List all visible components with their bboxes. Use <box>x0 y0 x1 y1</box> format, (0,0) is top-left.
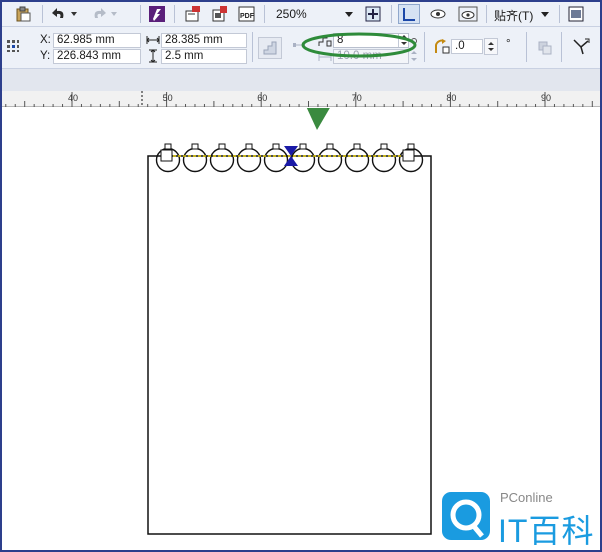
redo-icon <box>94 8 117 18</box>
app-window: PDF 250% 贴齐(T) X: 62.985 mm Y: 226.843 m… <box>0 0 602 552</box>
logo-square <box>442 492 490 540</box>
view-options-button[interactable] <box>426 4 450 24</box>
binding-ring-tab <box>272 143 280 150</box>
pconline-watermark: PConline IT百科 <box>432 482 600 550</box>
pdf-icon: PDF <box>238 6 255 22</box>
snap-options-button[interactable] <box>454 4 482 24</box>
standard-toolbar: PDF 250% 贴齐(T) <box>2 2 600 27</box>
export-icon <box>185 6 200 22</box>
show-rulers-button[interactable] <box>398 4 420 24</box>
x-position-input[interactable]: 62.985 mm <box>53 33 141 48</box>
binding-ring-tab <box>245 143 253 150</box>
brand-text: PConline <box>500 490 553 505</box>
ruler-label: 80 <box>446 93 456 103</box>
degree-unit-label: ° <box>506 38 511 50</box>
import-button[interactable] <box>147 4 167 24</box>
blend-preset-button[interactable] <box>258 37 282 59</box>
zoom-level-value: 250% <box>276 7 307 21</box>
options-icon <box>568 6 584 22</box>
paste-icon <box>16 6 31 22</box>
ruler-label: 90 <box>541 93 551 103</box>
blend-end-handle <box>402 149 415 162</box>
binding-ring-tab <box>299 143 307 150</box>
export-button[interactable] <box>182 4 204 24</box>
eye-grid-icon <box>458 6 478 22</box>
snap-to-menu[interactable]: 贴齐(T) <box>492 6 552 23</box>
blend-direction-input[interactable]: .0 <box>451 39 483 54</box>
spinner-arrows-icon <box>488 42 494 51</box>
svg-text:PDF: PDF <box>240 13 255 20</box>
blend-direction-icon <box>435 39 450 54</box>
title-text: IT百科 <box>498 513 595 549</box>
binding-ring-tab <box>218 143 226 150</box>
width-icon <box>146 36 160 44</box>
highlight-ellipse <box>301 32 417 58</box>
loop-blend-icon <box>538 41 552 55</box>
x-position-label: X: <box>40 34 51 46</box>
undo-button[interactable] <box>50 4 80 24</box>
object-width-input[interactable]: 28.385 mm <box>161 33 247 48</box>
publish-icon <box>212 6 227 22</box>
property-bar: X: 62.985 mm Y: 226.843 mm 28.385 mm 2.5… <box>2 27 600 69</box>
object-origin-icon <box>7 40 19 52</box>
y-position-label: Y: <box>40 50 51 62</box>
zoom-level-dropdown[interactable]: 250% <box>270 5 358 23</box>
eye-icon <box>430 9 446 19</box>
binding-ring-tab <box>407 143 415 150</box>
ruler-label: 40 <box>68 93 78 103</box>
toolbar-gap <box>2 69 600 91</box>
redo-button[interactable] <box>90 4 120 24</box>
callout-arrow-head <box>305 104 331 130</box>
height-icon <box>149 49 157 63</box>
horizontal-ruler[interactable]: 40 50 60 70 80 90 <box>2 91 600 107</box>
chevron-down-icon <box>541 12 549 17</box>
blend-preset-icon <box>263 41 277 55</box>
undo-icon <box>52 8 77 18</box>
blend-direction-spinner[interactable] <box>484 38 498 55</box>
ruler-ticks: 40 50 60 70 80 90 <box>5 91 593 107</box>
options-button[interactable] <box>565 4 587 24</box>
binding-ring-tab <box>164 143 172 150</box>
chevron-down-icon <box>345 12 353 17</box>
binding-ring-tab <box>353 143 361 150</box>
full-screen-icon <box>365 6 381 22</box>
blend-start-handle <box>160 149 173 162</box>
snap-to-label: 贴齐(T) <box>494 9 534 23</box>
y-position-input[interactable]: 226.843 mm <box>53 49 141 64</box>
object-height-input[interactable]: 2.5 mm <box>161 49 247 64</box>
full-screen-preview-button[interactable] <box>362 4 384 24</box>
binding-ring-tab <box>326 143 334 150</box>
publish-pdf-button[interactable]: PDF <box>235 4 259 24</box>
rulers-icon <box>403 8 415 21</box>
ruler-label: 50 <box>163 93 173 103</box>
ruler-label: 60 <box>257 93 267 103</box>
path-properties-icon[interactable] <box>572 38 590 56</box>
binding-ring-tab <box>380 143 388 150</box>
notebook-page-rect <box>147 155 432 535</box>
binding-ring-tab <box>191 143 199 150</box>
corel-app-icon <box>149 6 165 22</box>
ruler-label: 70 <box>352 93 362 103</box>
paste-button[interactable] <box>12 4 34 24</box>
publish-button[interactable] <box>209 4 231 24</box>
